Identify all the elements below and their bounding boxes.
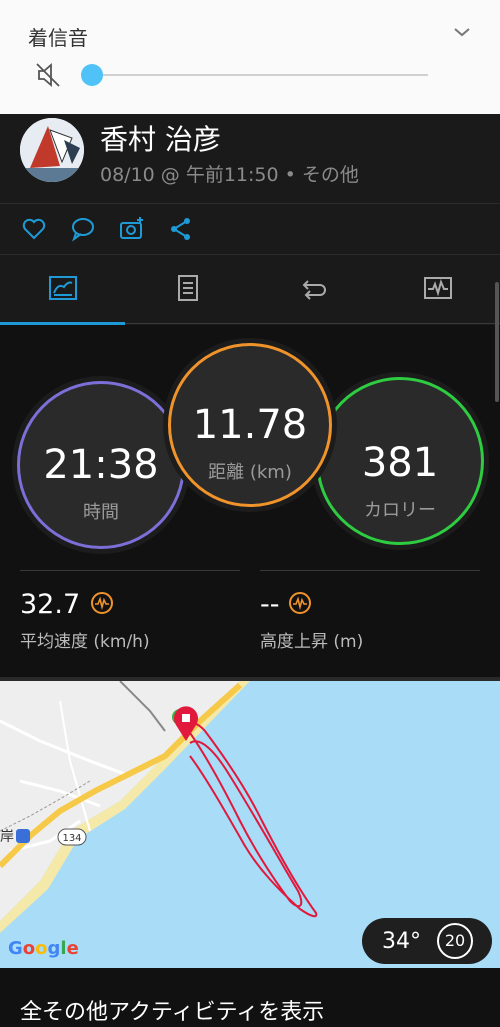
volume-title: 着信音 — [28, 26, 88, 50]
mute-icon[interactable] — [34, 61, 62, 89]
charts-icon — [424, 277, 452, 299]
like-icon[interactable] — [21, 216, 47, 242]
tab-stats[interactable] — [125, 255, 250, 325]
overview-icon — [49, 276, 77, 300]
google-attribution: Google — [8, 938, 79, 959]
avg-speed-value: 32.7 — [20, 589, 81, 620]
distance-label: 距離 (km) — [208, 462, 292, 483]
station-label: 岸 — [0, 829, 14, 845]
pulse-icon[interactable] — [90, 591, 114, 615]
elevation-gain-label: 高度上昇 (m) — [260, 632, 364, 652]
calories-label: カロリー — [364, 500, 436, 521]
comment-icon[interactable] — [70, 216, 96, 242]
divider — [260, 570, 480, 571]
action-bar — [0, 204, 500, 254]
distance-ring: 11.78 距離 (km) — [168, 343, 332, 507]
volume-panel: 着信音 — [0, 0, 500, 114]
volume-slider-track[interactable] — [92, 74, 428, 76]
athlete-name[interactable]: 香村 治彦 — [100, 118, 221, 158]
stats-list-icon — [178, 275, 198, 301]
tab-overview[interactable] — [0, 255, 125, 325]
road-number: 134 — [62, 833, 81, 844]
calories-value: 381 — [361, 440, 439, 486]
volume-slider-thumb[interactable] — [81, 64, 103, 86]
laps-icon — [302, 280, 326, 300]
divider — [20, 570, 240, 571]
tab-bar — [0, 255, 500, 325]
tab-laps[interactable] — [250, 255, 375, 325]
tab-charts[interactable] — [375, 255, 500, 325]
tab-divider — [125, 323, 500, 324]
time-label: 時間 — [83, 502, 119, 523]
pulse-icon[interactable] — [288, 591, 312, 615]
time-value: 21:38 — [43, 442, 159, 488]
scrollbar[interactable] — [495, 282, 499, 402]
wind-speed-badge: 20 — [437, 923, 473, 959]
activity-header: 香村 治彦 08/10 @ 午前11:50 • その他 — [0, 114, 500, 204]
temperature-value: 34° — [382, 929, 421, 954]
avg-speed-label: 平均速度 (km/h) — [20, 632, 150, 652]
elevation-gain-value: -- — [260, 589, 280, 620]
avatar[interactable] — [20, 118, 84, 182]
time-ring: 21:38 時間 — [17, 381, 185, 549]
calories-ring: 381 カロリー — [316, 377, 484, 545]
activity-meta: 08/10 @ 午前11:50 • その他 — [100, 164, 359, 186]
share-icon[interactable] — [168, 216, 194, 242]
show-all-activities-link[interactable]: 全その他アクティビティを表示 — [20, 994, 324, 1026]
bottom-bar: 全その他アクティビティを表示 — [0, 968, 500, 1027]
distance-value: 11.78 — [192, 402, 308, 448]
stats-panel: 21:38 時間 381 カロリー 11.78 距離 (km) 32.7 平均速… — [0, 325, 500, 677]
chevron-down-icon[interactable] — [452, 22, 472, 42]
add-photo-icon[interactable] — [119, 216, 145, 242]
